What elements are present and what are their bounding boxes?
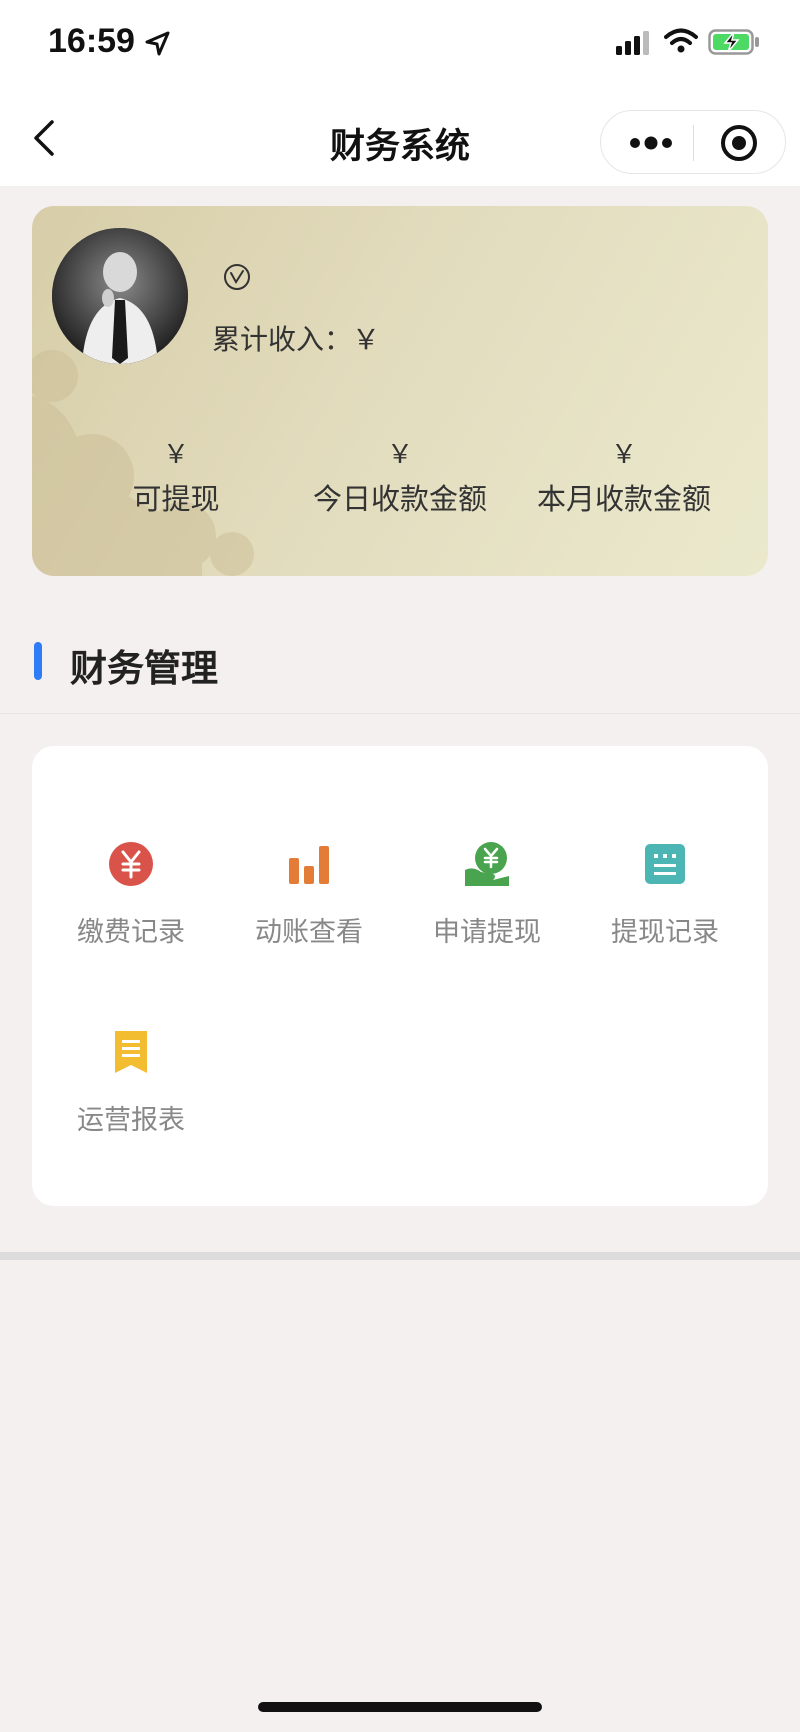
menu-item-payment-records[interactable]: 缴费记录	[51, 840, 211, 960]
report-bookmark-icon	[115, 1031, 147, 1073]
menu-item-apply-withdrawal[interactable]: 申请提现	[407, 840, 567, 960]
cellular-signal-icon	[616, 31, 649, 55]
home-indicator[interactable]	[258, 1702, 542, 1712]
stat-value: ￥	[610, 440, 637, 470]
status-bar: 16:59	[0, 0, 800, 88]
menu-item-label: 动账查看	[255, 917, 363, 948]
stat-today-received: ￥ 今日收款金额	[288, 434, 512, 518]
hand-yuan-icon	[465, 842, 509, 886]
verified-icon	[224, 264, 250, 290]
section-accent-bar	[34, 642, 42, 680]
finance-menu-card: 缴费记录 动账查看 申请提现 提现记录 运营报表	[32, 746, 768, 1206]
menu-item-label: 申请提现	[433, 917, 541, 948]
menu-item-withdrawal-records[interactable]: 提现记录	[585, 840, 745, 960]
stat-label: 今日收款金额	[312, 482, 487, 516]
section-header: 财务管理	[0, 620, 800, 714]
stat-label: 可提现	[132, 482, 220, 516]
capsule-divider	[693, 125, 694, 161]
section-title: 财务管理	[70, 647, 218, 690]
stat-value: ￥	[162, 440, 189, 470]
menu-item-label: 提现记录	[611, 917, 719, 948]
close-target-icon[interactable]	[719, 123, 759, 163]
total-income-label: 累计收入：￥	[212, 323, 381, 356]
yuan-circle-icon	[109, 842, 153, 886]
miniprogram-capsule	[600, 110, 786, 174]
stat-label: 本月收款金额	[536, 482, 711, 516]
list-record-icon	[645, 844, 685, 884]
wifi-icon	[664, 28, 698, 53]
avatar-photo	[52, 228, 188, 364]
more-dots-icon[interactable]	[629, 133, 673, 153]
stat-value: ￥	[386, 440, 413, 470]
menu-item-label: 缴费记录	[77, 917, 185, 948]
menu-item-account-movements[interactable]: 动账查看	[229, 840, 389, 960]
avatar[interactable]	[52, 228, 188, 364]
stat-withdrawable: ￥ 可提现	[64, 434, 288, 518]
location-arrow-icon	[145, 31, 170, 56]
status-time: 16:59	[48, 22, 135, 60]
bar-chart-icon	[289, 846, 329, 884]
profile-card: 累计收入：￥ ￥ 可提现 ￥ 今日收款金额 ￥ 本月收款金额	[32, 206, 768, 576]
navigation-bar: 财务系统	[0, 88, 800, 186]
battery-charging-icon	[708, 29, 759, 55]
menu-item-label: 运营报表	[77, 1105, 185, 1136]
stat-month-received: ￥ 本月收款金额	[512, 434, 736, 518]
bottom-divider	[0, 1252, 800, 1260]
menu-item-operations-report[interactable]: 运营报表	[51, 1028, 211, 1148]
